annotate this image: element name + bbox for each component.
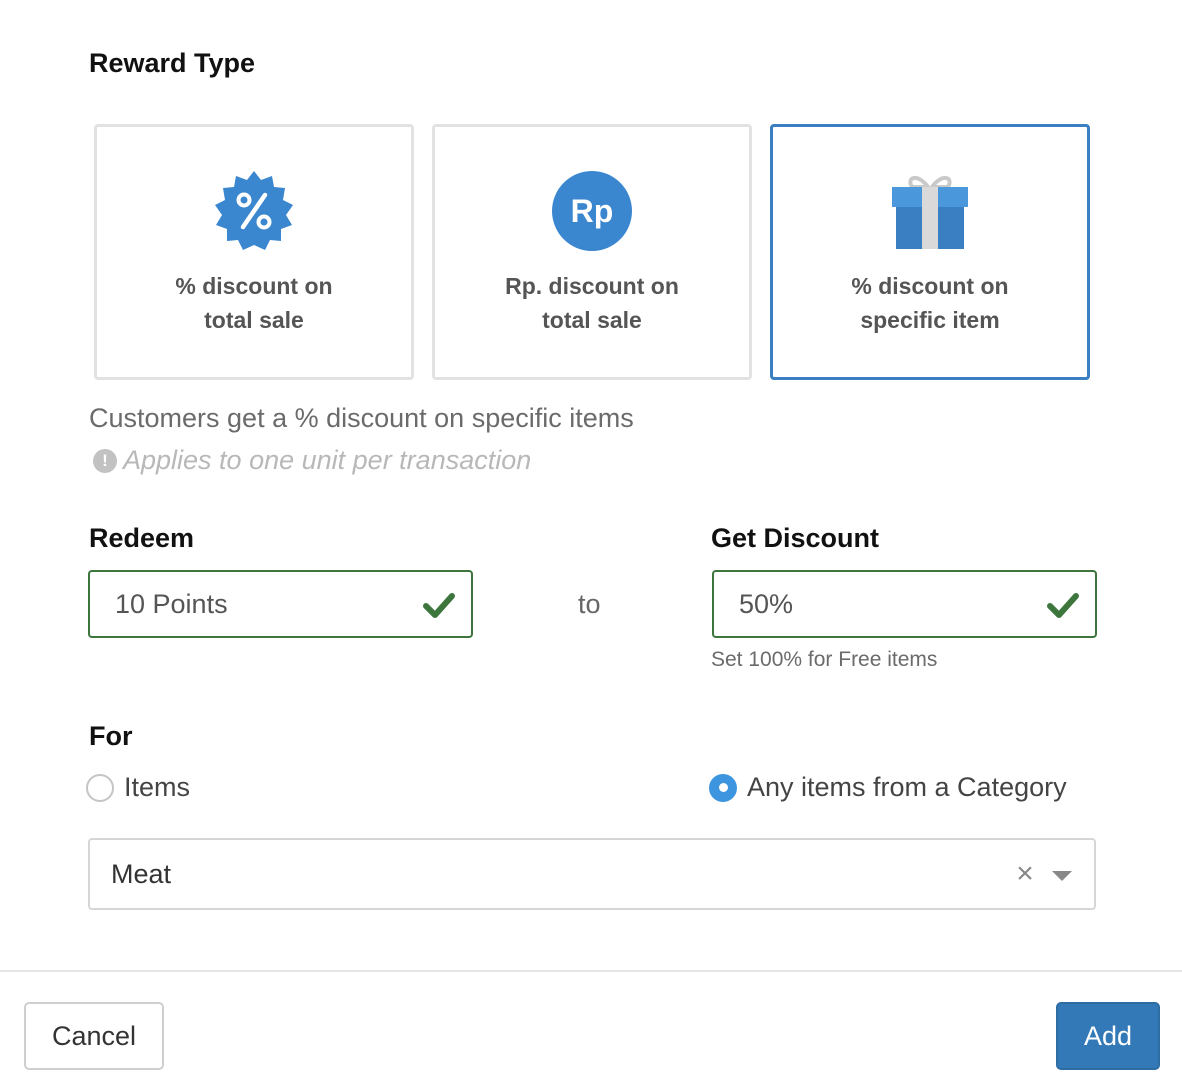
rp-coin-icon: Rp bbox=[552, 171, 632, 251]
radio-checked[interactable] bbox=[709, 773, 737, 802]
radio-unchecked[interactable] bbox=[86, 773, 114, 802]
redeem-points-input[interactable]: 10 Points bbox=[88, 570, 473, 638]
checkmark-icon bbox=[1047, 593, 1079, 618]
checkmark-icon bbox=[423, 593, 455, 618]
reward-option-specific-item[interactable]: % discount on specific item bbox=[770, 124, 1090, 380]
gift-icon bbox=[892, 176, 968, 249]
discount-percent-input[interactable]: 50% bbox=[712, 570, 1097, 638]
radio-category-label: Any items from a Category bbox=[747, 772, 1067, 802]
redeem-label: Redeem bbox=[89, 523, 195, 553]
reward-option-label: % discount on total sale bbox=[175, 273, 333, 333]
radio-items-label: Items bbox=[124, 772, 191, 802]
cancel-button[interactable]: Cancel bbox=[24, 1002, 164, 1070]
clear-icon[interactable]: × bbox=[1012, 859, 1038, 889]
reward-type-title: Reward Type bbox=[89, 48, 256, 78]
get-discount-label: Get Discount bbox=[711, 523, 880, 553]
for-label: For bbox=[89, 721, 133, 751]
note-text: Applies to one unit per transaction bbox=[123, 445, 532, 475]
redeem-value: 10 Points bbox=[115, 588, 228, 619]
reward-option-rp-total[interactable]: Rp Rp. discount on total sale bbox=[432, 124, 752, 380]
reward-option-label: % discount on specific item bbox=[851, 273, 1009, 333]
reward-note: ! Applies to one unit per transaction bbox=[93, 445, 531, 476]
svg-text:Rp: Rp bbox=[571, 193, 614, 229]
add-button[interactable]: Add bbox=[1056, 1002, 1160, 1070]
radio-items[interactable]: Items bbox=[86, 772, 190, 803]
chevron-down-icon[interactable] bbox=[1052, 871, 1072, 881]
to-text: to bbox=[578, 589, 601, 619]
info-icon: ! bbox=[93, 448, 117, 473]
reward-option-label: Rp. discount on total sale bbox=[505, 273, 679, 333]
percent-badge-icon bbox=[215, 171, 293, 250]
reward-description: Customers get a % discount on specific i… bbox=[89, 403, 634, 433]
reward-option-percent-total[interactable]: % discount on total sale bbox=[94, 124, 414, 380]
radio-category[interactable]: Any items from a Category bbox=[709, 772, 1067, 803]
discount-value: 50% bbox=[739, 588, 794, 619]
category-select[interactable]: Meat × bbox=[88, 838, 1096, 910]
footer-divider bbox=[0, 970, 1182, 972]
discount-help-text: Set 100% for Free items bbox=[711, 648, 938, 671]
category-select-value: Meat bbox=[111, 858, 172, 889]
